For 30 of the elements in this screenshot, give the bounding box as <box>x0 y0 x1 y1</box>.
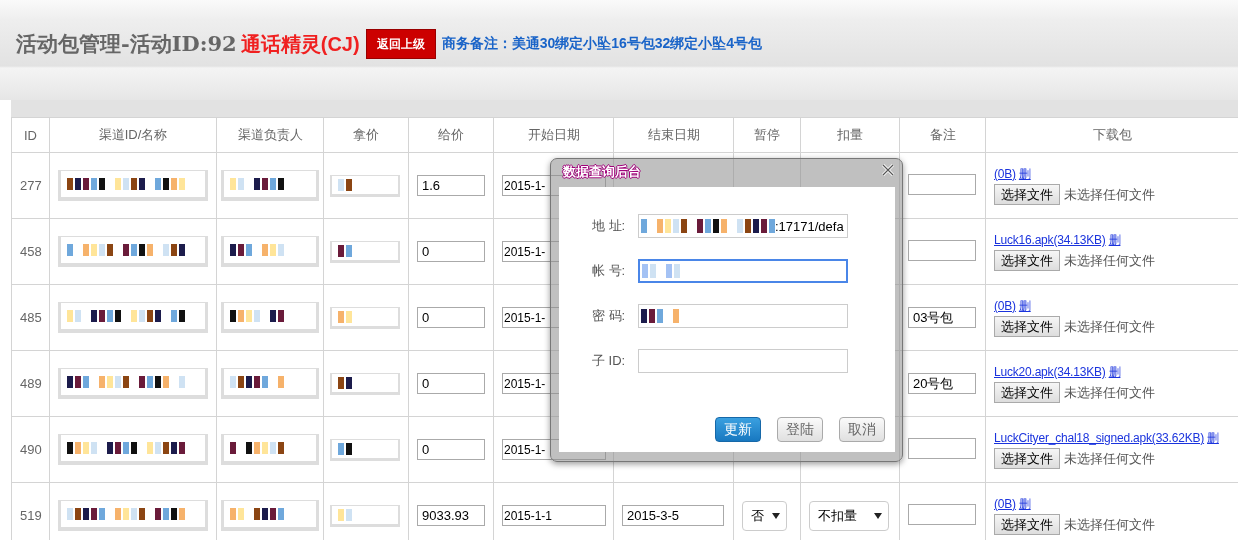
no-file-text: 未选择任何文件 <box>1064 185 1155 204</box>
column-header: 下载包 <box>985 117 1238 153</box>
table-cell: 490 <box>11 416 50 483</box>
column-header: 给价 <box>408 117 494 153</box>
no-file-text: 未选择任何文件 <box>1064 317 1155 336</box>
column-header: 拿价 <box>323 117 409 153</box>
column-header: ID <box>11 117 50 153</box>
page-title: 活动包管理-活动ID:92 <box>16 30 237 58</box>
column-header: 渠道ID/名称 <box>49 117 217 153</box>
table-cell: 519 <box>11 482 50 540</box>
app-name: 通话精灵(CJ) <box>240 31 360 57</box>
no-file-text: 未选择任何文件 <box>1064 515 1155 534</box>
column-header: 备注 <box>899 117 986 153</box>
column-header: 渠道负责人 <box>216 117 324 153</box>
no-file-text: 未选择任何文件 <box>1064 383 1155 402</box>
table-cell: 277 <box>11 152 50 219</box>
table-cell: 489 <box>11 350 50 417</box>
table-cell: 458 <box>11 218 50 285</box>
business-note: 商务备注：美通30绑定小坠16号包32绑定小坠4号包 <box>441 35 763 53</box>
column-header: 扣量 <box>800 117 900 153</box>
field-label: 帐 号: <box>592 262 627 280</box>
field-value: :17171/defa <box>775 218 844 234</box>
column-header: 结束日期 <box>613 117 734 153</box>
field-label: 地 址: <box>592 217 627 235</box>
no-file-text: 未选择任何文件 <box>1064 449 1155 468</box>
no-file-text: 未选择任何文件 <box>1064 251 1155 270</box>
field-label: 子 ID: <box>592 352 627 370</box>
column-header: 开始日期 <box>493 117 614 153</box>
column-header: 暂停 <box>733 117 801 153</box>
table-cell: 485 <box>11 284 50 351</box>
